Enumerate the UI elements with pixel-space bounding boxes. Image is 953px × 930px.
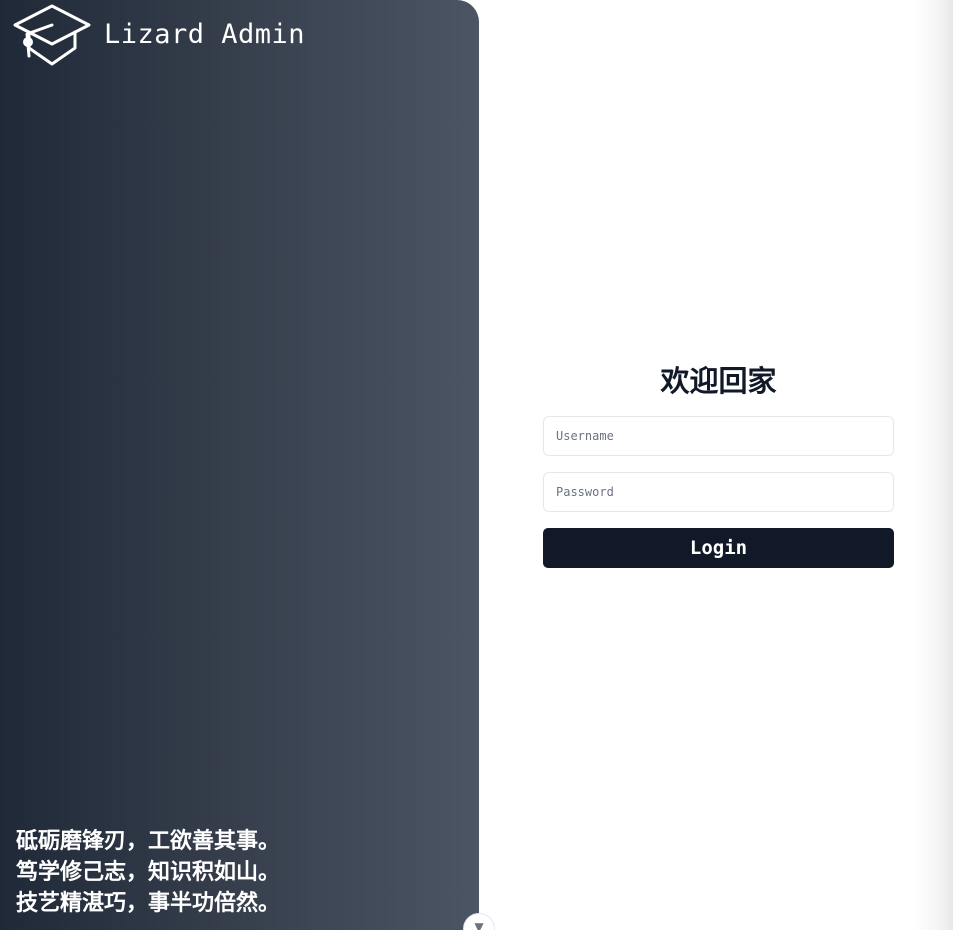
brand: Lizard Admin xyxy=(13,4,305,66)
graduation-cap-icon xyxy=(13,4,91,66)
quote-line: 笃学修己志，知识积如山。 xyxy=(16,860,281,885)
quote-line: 技艺精湛巧，事半功倍然。 xyxy=(16,891,281,916)
username-input[interactable] xyxy=(543,416,894,456)
motto-quote: 砥砺磨锋刃，工欲善其事。 笃学修己志，知识积如山。 技艺精湛巧，事半功倍然。 xyxy=(16,826,280,919)
page-edge-shadow xyxy=(913,0,953,930)
app-name: Lizard Admin xyxy=(104,18,306,50)
quote-line: 砥砺磨锋刃，工欲善其事。 xyxy=(16,829,281,854)
branding-panel: Lizard Admin 砥砺磨锋刃，工欲善其事。 笃学修己志，知识积如山。 技… xyxy=(0,0,479,930)
login-form: 欢迎回家 Login xyxy=(543,360,894,568)
login-button[interactable]: Login xyxy=(543,528,894,568)
login-title: 欢迎回家 xyxy=(660,364,777,398)
password-input[interactable] xyxy=(543,472,894,512)
collapse-toggle-icon: ▼ xyxy=(474,920,484,930)
